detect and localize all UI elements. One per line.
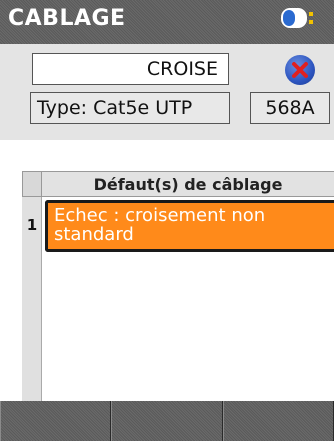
table-header-label: Défaut(s) de câblage — [93, 174, 283, 194]
close-button[interactable] — [285, 55, 315, 85]
fault-text: Echec : croisement non standard — [54, 205, 266, 245]
wiring-standard-value: 568A — [265, 97, 315, 119]
softkey-bar — [0, 401, 334, 441]
softkey-2[interactable] — [111, 401, 223, 441]
cable-type-field[interactable]: Type: Cat5e UTP — [30, 92, 230, 124]
battery-icon — [281, 8, 313, 28]
table-left-margin — [0, 140, 22, 401]
table-row[interactable]: Echec : croisement non standard — [45, 200, 334, 252]
softkey-3[interactable] — [222, 401, 334, 441]
row-index: 1 — [26, 216, 38, 234]
wiring-standard-field[interactable]: 568A — [250, 92, 330, 124]
screen-title: CABLAGE — [8, 6, 126, 31]
table-header-index-cell — [22, 171, 42, 197]
cable-type-value: Type: Cat5e UTP — [37, 97, 193, 119]
wiremap-result-field: CROISE — [32, 53, 229, 85]
title-bar: CABLAGE — [0, 0, 334, 44]
table-header: Défaut(s) de câblage — [42, 171, 334, 197]
close-icon — [292, 62, 308, 78]
softkey-1[interactable] — [0, 401, 112, 441]
wiremap-result-value: CROISE — [146, 58, 218, 80]
instrument-screen: CABLAGE CROISE Type: Cat5e UTP 568A Défa… — [0, 0, 334, 441]
